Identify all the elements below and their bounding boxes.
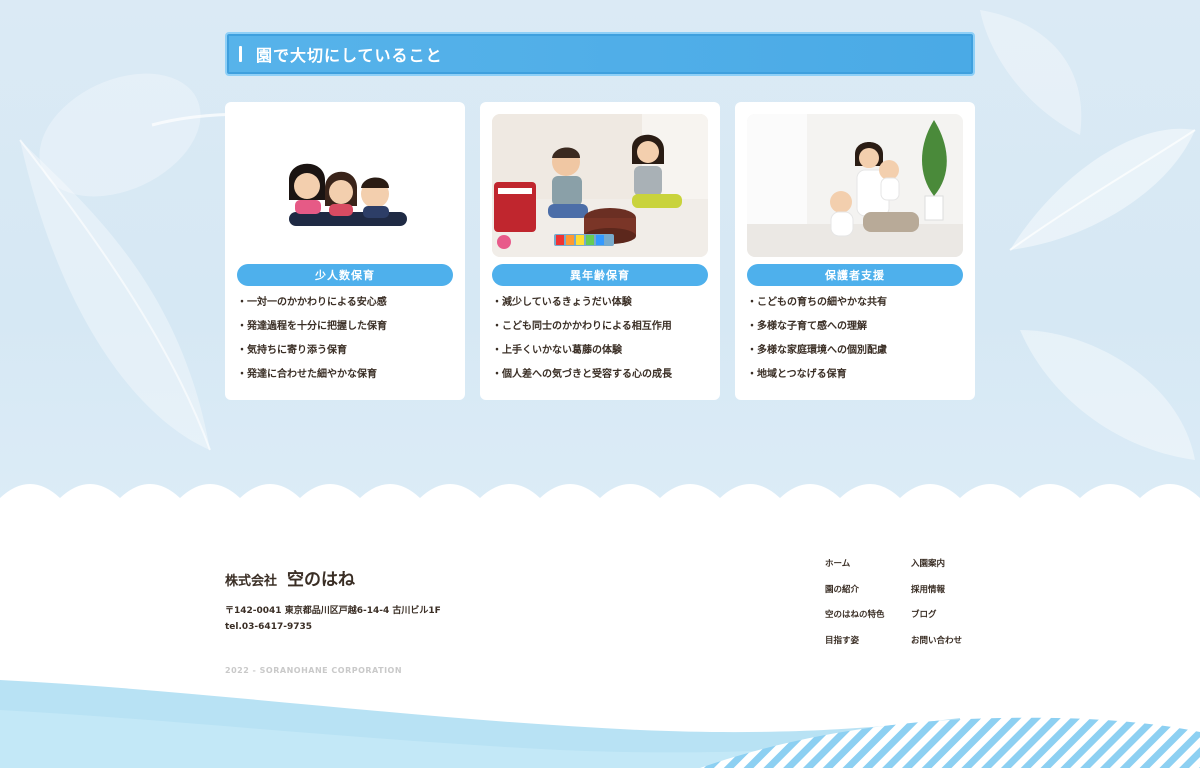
card-feature-list: ・減少しているきょうだい体験 ・こども同士のかかわりによる相互作用 ・上手くいか… [492,296,672,392]
card-title-pill: 保護者支援 [747,264,963,286]
card-title-pill: 少人数保育 [237,264,453,286]
company-tel: tel.03-6417-9735 [225,622,313,632]
footer-link-vision[interactable]: 目指す姿 [825,635,885,661]
list-item: ・多様な家庭環境への個別配慮 [747,345,887,356]
company-kind: 株式会社 [225,574,278,589]
list-item: ・こどもの育ちの細やかな共有 [747,297,887,308]
footer-link-admission[interactable]: 入園案内 [911,558,962,584]
list-item: ・こども同士のかかわりによる相互作用 [492,321,672,332]
footer-link-home[interactable]: ホーム [825,558,885,584]
list-item: ・多様な子育て感への理解 [747,321,867,332]
list-item: ・発達過程を十分に把握した保育 [237,321,387,332]
list-item: ・地域とつなげる保育 [747,369,847,380]
list-item: ・発達に合わせた細やかな保育 [237,369,377,380]
cloud-scallop-edge [0,484,1200,530]
footer-link-features[interactable]: 空のはねの特色 [825,609,885,635]
footer-link-blog[interactable]: ブログ [911,609,962,635]
footer-link-about[interactable]: 園の紹介 [825,584,885,610]
company-address: 〒142-0041 東京都品川区戸越6-14-4 古川ビル1F [225,606,441,616]
header-bar-mark [239,46,242,62]
footer-logo[interactable]: 株式会社 空のはね [225,565,355,590]
card-feature-list: ・一対一のかかわりによる安心感 ・発達過程を十分に把握した保育 ・気持ちに寄り添… [237,296,387,392]
list-item: ・個人差への気づきと受容する心の成長 [492,369,672,380]
photo-mother-babies [747,114,963,257]
list-item: ・気持ちに寄り添う保育 [237,345,347,356]
company-name: 空のはね [287,570,356,590]
card-parent-support: 保護者支援 ・こどもの育ちの細やかな共有 ・多様な子育て感への理解 ・多様な家庭… [735,102,975,400]
photo-three-children [237,114,453,257]
card-feature-list: ・こどもの育ちの細やかな共有 ・多様な子育て感への理解 ・多様な家庭環境への個別… [747,296,887,392]
photo-children-playing [492,114,708,257]
footer-link-recruit[interactable]: 採用情報 [911,584,962,610]
card-title-pill: 異年齢保育 [492,264,708,286]
feather-decoration-4 [1020,330,1195,460]
section-header: 園で大切にしていること [225,32,975,76]
card-small-group: 少人数保育 ・一対一のかかわりによる安心感 ・発達過程を十分に把握した保育 ・気… [225,102,465,400]
footer-wave-decoration [0,680,1200,768]
list-item: ・減少しているきょうだい体験 [492,297,632,308]
list-item: ・一対一のかかわりによる安心感 [237,297,387,308]
list-item: ・上手くいかない葛藤の体験 [492,345,622,356]
footer-nav-left: ホーム 園の紹介 空のはねの特色 目指す姿 [825,558,885,660]
footer-nav-right: 入園案内 採用情報 ブログ お問い合わせ [911,558,962,660]
card-mixed-age: 異年齢保育 ・減少しているきょうだい体験 ・こども同士のかかわりによる相互作用 … [480,102,720,400]
section-title: 園で大切にしていること [256,46,443,65]
footer-link-contact[interactable]: お問い合わせ [911,635,962,661]
copyright: 2022 - SORANOHANE CORPORATION [225,666,403,675]
